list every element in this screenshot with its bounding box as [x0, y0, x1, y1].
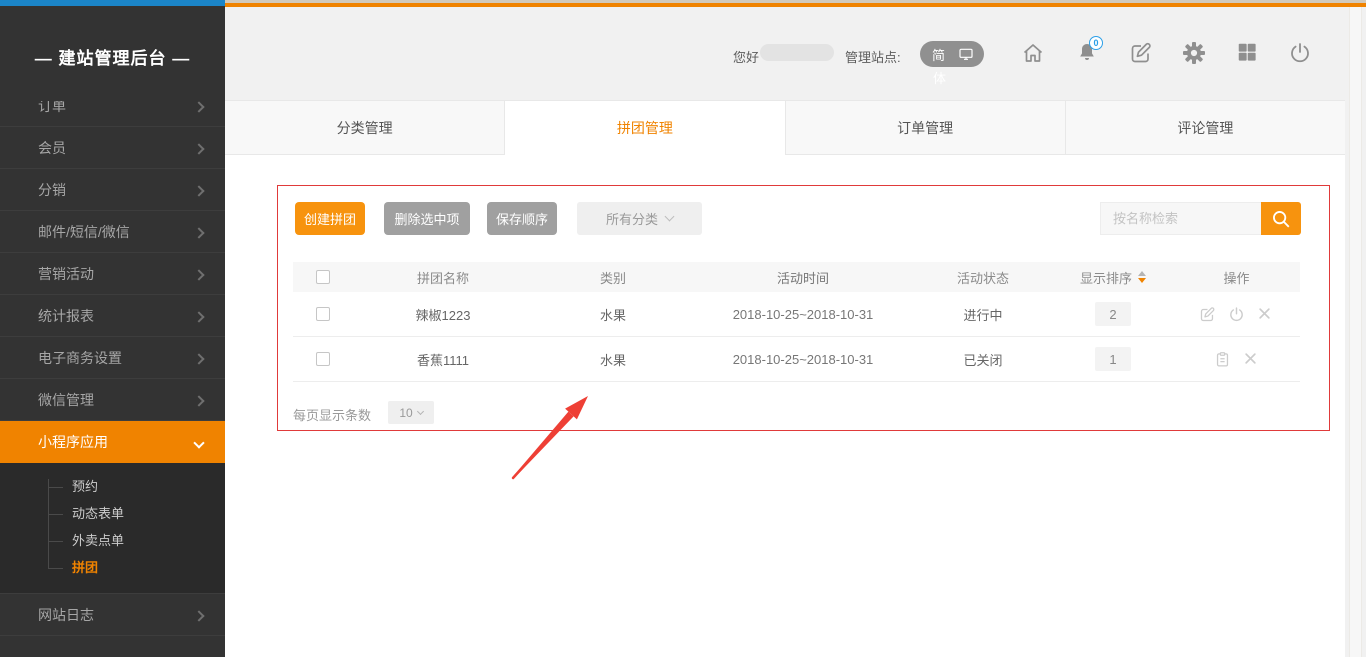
select-all-checkbox[interactable]	[316, 270, 330, 284]
submenu-item-takeout-order[interactable]: 外卖点单	[72, 527, 225, 554]
table-row: 辣椒1223 水果 2018-10-25~2018-10-31 进行中 2	[293, 292, 1300, 337]
row-checkbox[interactable]	[316, 352, 330, 366]
row-checkbox[interactable]	[316, 307, 330, 321]
chevron-right-icon	[195, 350, 203, 366]
cell-status: 已关闭	[913, 350, 1053, 369]
sidebar: — 建站管理后台 — 订单 会员 分销 邮件/短信/微信 营销活动	[0, 0, 225, 657]
page-size-select[interactable]: 10	[388, 401, 434, 424]
tab-group-buy-management[interactable]: 拼团管理	[505, 101, 785, 155]
search-icon	[1270, 208, 1292, 230]
chevron-right-icon	[195, 308, 203, 324]
cell-name: 香蕉1111	[353, 350, 533, 369]
language-overflow-text: 体	[933, 68, 946, 87]
category-filter-dropdown[interactable]: 所有分类	[577, 202, 702, 235]
submenu-item-booking[interactable]: 预约	[72, 473, 225, 500]
submenu-item-dynamic-forms[interactable]: 动态表单	[72, 500, 225, 527]
sidebar-item-ecommerce-settings[interactable]: 电子商务设置	[0, 337, 225, 379]
col-header-status: 活动状态	[913, 268, 1053, 287]
col-header-name: 拼团名称	[353, 268, 533, 287]
cell-category: 水果	[533, 350, 693, 369]
top-orange-bar	[225, 3, 1366, 7]
clipboard-icon[interactable]	[1214, 351, 1231, 368]
edit-icon[interactable]	[1129, 41, 1153, 65]
sidebar-item-orders[interactable]: 订单	[0, 101, 225, 127]
tab-order-management[interactable]: 订单管理	[786, 101, 1066, 155]
chevron-right-icon	[195, 182, 203, 198]
save-order-button[interactable]: 保存顺序	[487, 202, 557, 235]
gear-icon[interactable]	[1182, 41, 1206, 65]
tab-bar: 分类管理 拼团管理 订单管理 评论管理	[225, 100, 1345, 155]
sidebar-item-miniprogram-apps[interactable]: 小程序应用	[0, 421, 225, 463]
language-toggle[interactable]: 简	[920, 41, 984, 67]
chevron-down-icon	[665, 212, 675, 222]
power-icon[interactable]	[1288, 41, 1312, 65]
greeting-text: 您好	[733, 47, 759, 66]
sort-down-icon	[1138, 278, 1146, 283]
cell-name: 辣椒1223	[353, 305, 533, 324]
cell-category: 水果	[533, 305, 693, 324]
scrollbar[interactable]	[1349, 7, 1362, 657]
col-header-order: 显示排序	[1080, 268, 1132, 287]
power-icon[interactable]	[1228, 306, 1245, 323]
home-icon[interactable]	[1021, 41, 1045, 65]
sidebar-item-statistics[interactable]: 统计报表	[0, 295, 225, 337]
close-icon[interactable]	[1257, 306, 1274, 323]
tab-category-management[interactable]: 分类管理	[225, 101, 505, 155]
search-input[interactable]	[1100, 202, 1261, 235]
chevron-right-icon	[195, 607, 203, 623]
sidebar-item-members[interactable]: 会员	[0, 127, 225, 169]
chevron-right-icon	[195, 101, 203, 114]
bell-icon[interactable]: 0	[1075, 41, 1099, 65]
create-group-buy-button[interactable]: 创建拼团	[295, 202, 365, 235]
sort-up-icon	[1138, 271, 1146, 276]
sidebar-menu: 订单 会员 分销 邮件/短信/微信 营销活动 统计报表	[0, 101, 225, 657]
app-title: — 建站管理后台 —	[0, 44, 225, 69]
chevron-down-icon	[195, 434, 203, 450]
sidebar-item-marketing[interactable]: 营销活动	[0, 253, 225, 295]
order-value-box[interactable]: 1	[1095, 347, 1131, 371]
cell-status: 进行中	[913, 305, 1053, 324]
chevron-right-icon	[195, 266, 203, 282]
monitor-icon	[958, 46, 974, 62]
col-header-actions: 操作	[1173, 268, 1300, 287]
apps-grid-icon[interactable]	[1236, 41, 1260, 65]
top-blue-bar	[0, 0, 225, 6]
group-buy-table: 拼团名称 类别 活动时间 活动状态 显示排序 操作 辣椒1223 水果 2018…	[293, 262, 1300, 382]
chevron-right-icon	[195, 224, 203, 240]
sidebar-item-site-logs[interactable]: 网站日志	[0, 594, 225, 636]
table-header-row: 拼团名称 类别 活动时间 活动状态 显示排序 操作	[293, 262, 1300, 292]
col-header-time: 活动时间	[693, 268, 913, 287]
notification-badge: 0	[1089, 36, 1103, 50]
page-size-label: 每页显示条数	[293, 405, 371, 424]
tab-comment-management[interactable]: 评论管理	[1066, 101, 1345, 155]
sidebar-item-wechat-management[interactable]: 微信管理	[0, 379, 225, 421]
order-value-box[interactable]: 2	[1095, 302, 1131, 326]
sidebar-item-distribution[interactable]: 分销	[0, 169, 225, 211]
edit-icon[interactable]	[1199, 306, 1216, 323]
delete-selected-button[interactable]: 删除选中项	[384, 202, 470, 235]
miniprogram-submenu: 预约 动态表单 外卖点单 拼团	[0, 463, 225, 594]
table-row: 香蕉1111 水果 2018-10-25~2018-10-31 已关闭 1	[293, 337, 1300, 382]
sidebar-item-mail-sms-wechat[interactable]: 邮件/短信/微信	[0, 211, 225, 253]
sort-toggle[interactable]	[1138, 271, 1146, 283]
cell-time: 2018-10-25~2018-10-31	[693, 307, 913, 322]
chevron-right-icon	[195, 140, 203, 156]
chevron-down-icon	[417, 408, 424, 415]
close-icon[interactable]	[1243, 351, 1260, 368]
redacted-username	[760, 44, 834, 61]
submenu-item-group-buy[interactable]: 拼团	[72, 554, 225, 581]
col-header-category: 类别	[533, 268, 693, 287]
search-button[interactable]	[1261, 202, 1301, 235]
chevron-right-icon	[195, 392, 203, 408]
cell-time: 2018-10-25~2018-10-31	[693, 352, 913, 367]
site-label: 管理站点:	[845, 47, 901, 66]
